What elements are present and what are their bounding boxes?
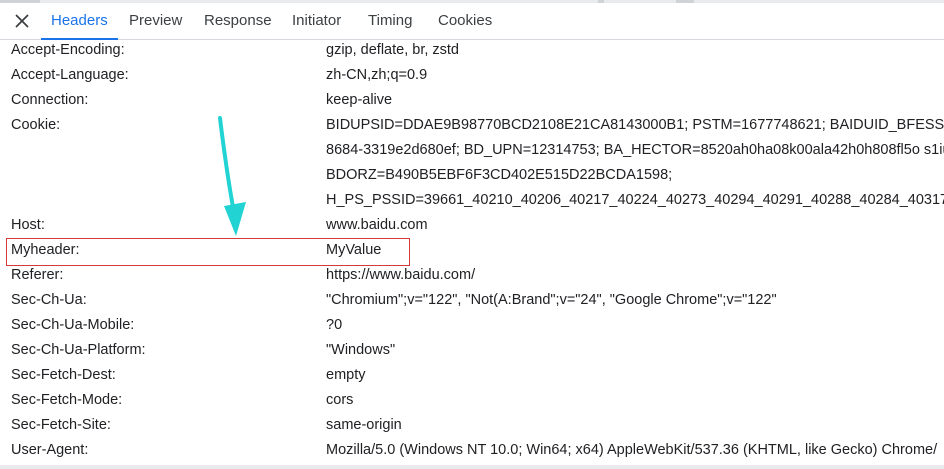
header-name: Accept-Encoding:: [11, 42, 125, 58]
tab-response[interactable]: Response: [204, 3, 272, 39]
header-name: Referer:: [11, 267, 64, 283]
header-row: Sec-Ch-Ua-Mobile: ?0: [0, 315, 944, 340]
header-value: BIDUPSID=DDAE9B98770BCD2108E21CA8143000B…: [326, 117, 944, 133]
header-name: Sec-Ch-Ua-Mobile:: [11, 317, 135, 333]
header-value: gzip, deflate, br, zstd: [326, 42, 459, 58]
header-row: User-Agent: Mozilla/5.0 (Windows NT 10.0…: [0, 440, 944, 465]
header-row: Host: www.baidu.com: [0, 215, 944, 240]
header-row: Sec-Ch-Ua: "Chromium";v="122", "Not(A:Br…: [0, 290, 944, 315]
header-value: ?0: [326, 317, 343, 333]
header-name: Sec-Fetch-Dest:: [11, 367, 116, 383]
header-row: Sec-Ch-Ua-Platform: "Windows": [0, 340, 944, 365]
header-row: Referer: https://www.baidu.com/: [0, 265, 944, 290]
tab-headers[interactable]: Headers: [39, 3, 120, 40]
close-button[interactable]: [10, 10, 34, 32]
header-value: empty: [326, 367, 366, 383]
header-value: BDORZ=B490B5EBF6F3CD402E515D22BCDA1598;: [326, 167, 673, 183]
header-row: Connection: keep-alive: [0, 90, 944, 115]
header-row-continuation: BDORZ=B490B5EBF6F3CD402E515D22BCDA1598;: [0, 165, 944, 190]
annotation-arrow-icon: [218, 116, 246, 236]
header-value: 8684-3319e2d680ef; BD_UPN=12314753; BA_H…: [326, 142, 944, 158]
header-row: Sec-Fetch-Dest: empty: [0, 365, 944, 390]
header-value: zh-CN,zh;q=0.9: [326, 67, 428, 83]
header-value: Mozilla/5.0 (Windows NT 10.0; Win64; x64…: [326, 442, 938, 458]
header-row: Sec-Fetch-Site: same-origin: [0, 415, 944, 440]
close-icon: [15, 14, 29, 28]
header-row: Accept-Encoding: gzip, deflate, br, zstd: [0, 40, 944, 65]
header-row: Sec-Fetch-Mode: cors: [0, 390, 944, 415]
header-value: H_PS_PSSID=39661_40210_40206_40217_40224…: [326, 192, 944, 208]
tab-cookies[interactable]: Cookies: [438, 3, 492, 39]
devtools-tab-bar: Headers Preview Response Initiator Timin…: [0, 3, 944, 40]
header-row: Accept-Language: zh-CN,zh;q=0.9: [0, 65, 944, 90]
header-name: Connection:: [11, 92, 89, 108]
header-value: www.baidu.com: [326, 217, 428, 233]
header-value: keep-alive: [326, 92, 393, 108]
header-name: User-Agent:: [11, 442, 89, 458]
header-name: Sec-Ch-Ua:: [11, 292, 87, 308]
header-name: Sec-Fetch-Mode:: [11, 392, 123, 408]
header-value: same-origin: [326, 417, 402, 433]
header-value: "Chromium";v="122", "Not(A:Brand";v="24"…: [326, 292, 777, 308]
header-row-continuation: 8684-3319e2d680ef; BD_UPN=12314753; BA_H…: [0, 140, 944, 165]
tab-initiator[interactable]: Initiator: [292, 3, 341, 39]
bottom-border: [0, 465, 944, 469]
header-value: cors: [326, 392, 354, 408]
header-name: Accept-Language:: [11, 67, 129, 83]
header-value: "Windows": [326, 342, 396, 358]
highlight-box: [6, 238, 410, 266]
header-value: https://www.baidu.com/: [326, 267, 476, 283]
header-row: Cookie: BIDUPSID=DDAE9B98770BCD2108E21CA…: [0, 115, 944, 140]
header-name: Sec-Fetch-Site:: [11, 417, 111, 433]
header-name: Host:: [11, 217, 45, 233]
header-name: Cookie:: [11, 117, 61, 133]
tab-preview[interactable]: Preview: [129, 3, 182, 39]
header-name: Sec-Ch-Ua-Platform:: [11, 342, 146, 358]
tab-timing[interactable]: Timing: [368, 3, 412, 39]
header-row-continuation: H_PS_PSSID=39661_40210_40206_40217_40224…: [0, 190, 944, 215]
